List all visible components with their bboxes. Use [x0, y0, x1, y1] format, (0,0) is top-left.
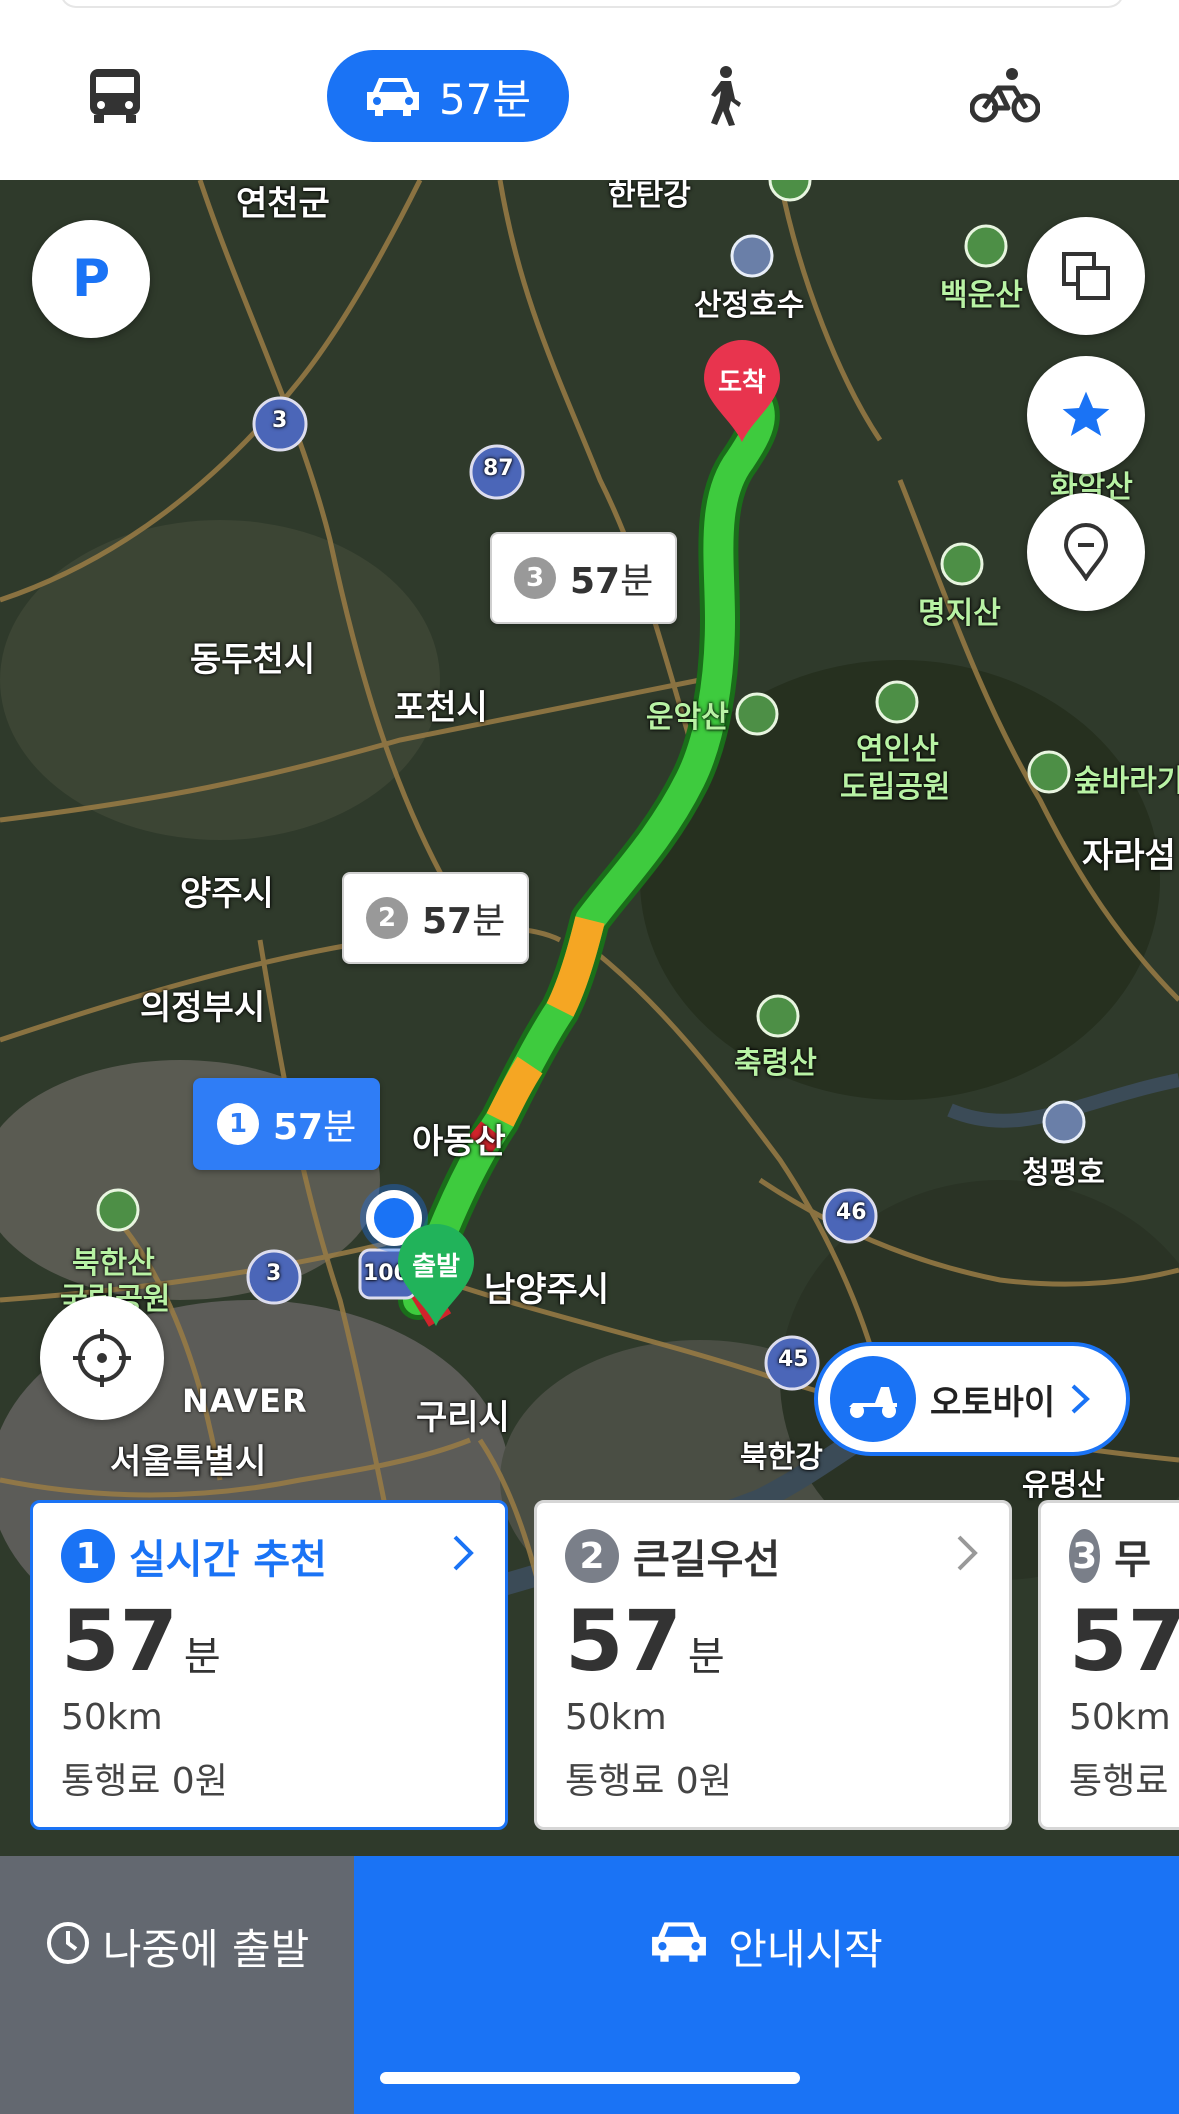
- route-chip-time: 57: [570, 561, 621, 602]
- mode-bicycle-button[interactable]: [965, 50, 1045, 142]
- route-number-badge: 1: [61, 1529, 115, 1583]
- clock-icon: [46, 1922, 89, 1964]
- road-number-46: 46: [836, 1200, 867, 1225]
- current-location-button[interactable]: [40, 1296, 164, 1420]
- route-card-1[interactable]: 1 실시간 추천 57 분 50km 통행료 0원: [30, 1500, 508, 1830]
- location-pin-icon: [1063, 523, 1109, 581]
- route-toll: 통행료 0원: [61, 1761, 228, 1802]
- origin-label: 출발: [412, 1252, 460, 1282]
- search-box-edge: [60, 0, 1124, 8]
- place-label-dongducheon: 동두천시: [190, 640, 316, 680]
- route-chip-number: 3: [514, 557, 556, 599]
- depart-later-label: 나중에 출발: [102, 1925, 310, 1974]
- route-chip-unit: 분: [620, 561, 654, 602]
- place-label-uijeongbu: 의정부시: [140, 988, 266, 1028]
- route-number-badge: 2: [565, 1529, 619, 1583]
- route-chip-time: 57: [422, 901, 473, 942]
- route-chip-unit: 분: [472, 901, 506, 942]
- destination-label: 도착: [718, 368, 766, 398]
- bus-icon: [90, 69, 140, 123]
- place-label-seoul: 서울특별시: [110, 1442, 267, 1482]
- parking-icon: P: [71, 249, 111, 309]
- depart-later-button[interactable]: 나중에 출발: [0, 1856, 354, 2114]
- route-time: 57: [61, 1592, 178, 1690]
- road-number-3b: 3: [266, 1261, 282, 1286]
- route-time: 57: [565, 1592, 682, 1690]
- route-toll: 통행료 0원: [565, 1761, 732, 1802]
- place-label-chungnyeong: 축령산: [734, 1046, 817, 1081]
- place-label-bukhangang: 북한강: [740, 1440, 823, 1475]
- route-card-3[interactable]: 3무 57분 50km 통행료: [1038, 1500, 1179, 1830]
- route-time-unit: 분: [687, 1634, 725, 1680]
- bicycle-icon: [970, 68, 1040, 123]
- place-label-cheongpyeong: 청평호: [1022, 1156, 1105, 1191]
- walk-icon: [711, 66, 741, 126]
- chevron-right-icon: [1071, 1384, 1091, 1414]
- place-label-yangju: 양주시: [180, 874, 274, 914]
- layers-icon: [1062, 252, 1110, 300]
- place-label-unak: 운악산: [646, 700, 729, 735]
- route-title: 큰길우선: [633, 1537, 781, 1583]
- destination-pin[interactable]: 도착: [702, 340, 782, 444]
- route-toll: 통행료: [1069, 1761, 1169, 1802]
- route-chip-time: 57: [273, 1107, 324, 1148]
- road-number-87: 87: [483, 456, 514, 481]
- road-number-45: 45: [778, 1347, 809, 1372]
- car-icon: [366, 78, 419, 116]
- mode-walk-button[interactable]: [690, 50, 760, 142]
- route-distance: 50km: [1069, 1697, 1171, 1738]
- route-title: 무: [1114, 1537, 1151, 1583]
- motorbike-route-button[interactable]: 오토바이: [814, 1342, 1130, 1456]
- car-icon: [652, 1922, 707, 1962]
- scooter-icon: [830, 1356, 916, 1442]
- place-label-jaraseom: 자라섬: [1082, 836, 1176, 876]
- start-navigation-label: 안내시작: [728, 1925, 883, 1974]
- place-label-myeongji: 명지산: [918, 596, 1001, 631]
- route-chip-number: 1: [217, 1103, 259, 1145]
- transport-mode-bar: 57분: [0, 0, 1179, 180]
- mode-bus-button[interactable]: [80, 50, 150, 142]
- origin-pin[interactable]: 출발: [396, 1224, 476, 1328]
- chevron-right-icon: [957, 1535, 978, 1571]
- place-label-guri: 구리시: [416, 1398, 510, 1438]
- route-chip-1[interactable]: 1 57분: [193, 1078, 381, 1170]
- mode-car-button[interactable]: 57분: [327, 50, 569, 142]
- route-chip-unit: 분: [323, 1107, 357, 1148]
- place-label-pocheon: 포천시: [394, 688, 488, 728]
- place-label-yumyeong: 유명산: [1022, 1468, 1105, 1503]
- star-icon: [1062, 391, 1110, 436]
- place-label-sanjeong: 산정호수: [694, 288, 805, 323]
- home-indicator[interactable]: [380, 2072, 800, 2084]
- route-chip-2[interactable]: 2 57분: [342, 872, 530, 964]
- route-number-badge: 3: [1069, 1529, 1101, 1583]
- naver-logo: NAVER: [182, 1382, 308, 1420]
- route-chip-number: 2: [366, 897, 408, 939]
- place-label-yeonin-park: 도립공원: [840, 770, 951, 805]
- add-waypoint-button[interactable]: [1027, 493, 1145, 611]
- route-distance: 50km: [61, 1697, 163, 1738]
- parking-button[interactable]: P: [32, 220, 150, 338]
- motorbike-label: 오토바이: [930, 1382, 1056, 1423]
- chevron-right-icon: [453, 1535, 474, 1571]
- place-label-ammu: 아동산: [412, 1122, 506, 1162]
- route-time: 57: [1069, 1592, 1179, 1690]
- favorites-button[interactable]: [1027, 356, 1145, 474]
- place-label-baekun: 백운산: [940, 278, 1023, 313]
- place-label-yeoncheon: 연천군: [236, 184, 330, 224]
- place-label-sumbara: 숲바라기: [1074, 764, 1179, 799]
- map-layers-button[interactable]: [1027, 217, 1145, 335]
- crosshair-icon: [73, 1329, 131, 1387]
- route-options-carousel[interactable]: 1 실시간 추천 57 분 50km 통행료 0원 2 큰길우선 57 분 50km 통…: [0, 1500, 1179, 1830]
- car-duration-label: 57분: [438, 74, 532, 124]
- route-time-unit: 분: [183, 1634, 221, 1680]
- route-distance: 50km: [565, 1697, 667, 1738]
- route-card-2[interactable]: 2 큰길우선 57 분 50km 통행료 0원: [534, 1500, 1012, 1830]
- place-label-namyangju: 남양주시: [484, 1270, 610, 1310]
- route-chip-3[interactable]: 3 57분: [490, 532, 678, 624]
- place-label-hantan: 한탄강: [608, 180, 691, 213]
- road-number-3: 3: [272, 408, 288, 433]
- route-title: 실시간 추천: [129, 1537, 327, 1583]
